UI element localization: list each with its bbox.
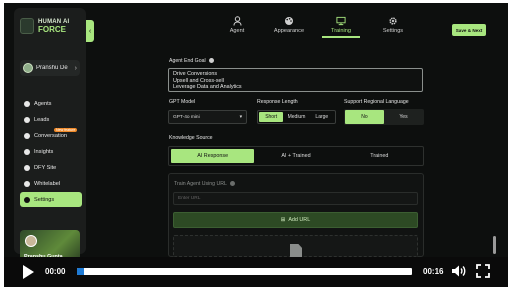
agents-icon [24, 100, 30, 107]
response-length-selector: Short Medium Large [257, 110, 336, 124]
scrollbar-thumb[interactable] [493, 236, 496, 254]
settings-icon [24, 196, 30, 203]
add-url-button[interactable]: ⊞ Add URL [173, 212, 418, 228]
top-tabs: Agent Appearance Training Settings [218, 16, 412, 38]
response-length-label: Response Length [257, 99, 298, 105]
knowledge-trained-option[interactable]: Trained [338, 149, 421, 163]
volume-icon[interactable] [451, 264, 467, 278]
goal-line: Leverage Data and Analytics [173, 84, 242, 90]
tab-settings[interactable]: Settings [374, 16, 412, 38]
save-next-button[interactable]: Save & Next [452, 24, 486, 36]
progress-track[interactable] [77, 268, 412, 275]
tab-appearance[interactable]: Appearance [270, 16, 308, 38]
sidebar-item-label: DFY Site [34, 164, 57, 171]
gpt-label: GPT Model [169, 99, 196, 105]
tab-label: Appearance [273, 28, 305, 34]
sidebar-item-conversation[interactable]: Conversation New feature [20, 128, 82, 143]
duration-time: 00:16 [423, 267, 444, 276]
goal-textarea[interactable]: Drive Conversions Upsell and Cross-sell … [168, 68, 423, 92]
training-icon [336, 16, 346, 26]
brand-line2: FORCE [38, 25, 66, 34]
user-name: Pranshu De [36, 65, 68, 71]
gear-icon [388, 16, 398, 26]
response-large-option[interactable]: Large [310, 112, 334, 122]
knowledge-ai-response-option[interactable]: AI Response [171, 149, 255, 163]
whitelabel-icon [24, 180, 30, 187]
sidebar: HUMAN AI FORCE Pranshu De › Agents Leads… [14, 8, 86, 262]
sidebar-item-label: Insights [34, 148, 54, 155]
regional-language-label: Support Regional Language [344, 99, 409, 105]
progress-fill [77, 268, 84, 275]
chevron-left-icon: ‹ [88, 27, 92, 35]
info-icon[interactable] [229, 181, 235, 187]
brand-logo[interactable]: HUMAN AI FORCE [20, 15, 80, 37]
logo-icon [20, 18, 34, 34]
agent-icon [232, 16, 242, 26]
gpt-model-value: GPT-4o mini [173, 114, 200, 120]
goal-label: Agent End Goal [169, 58, 214, 64]
regional-no-option[interactable]: No [345, 110, 384, 124]
avatar [23, 63, 33, 73]
sidebar-item-settings[interactable]: Settings [20, 192, 82, 207]
sidebar-item-label: Leads [34, 116, 50, 123]
palette-icon [284, 16, 294, 26]
info-icon[interactable] [208, 58, 214, 64]
new-feature-badge: New feature [54, 128, 78, 132]
url-input[interactable]: Enter URL [173, 192, 418, 205]
regional-yes-option[interactable]: Yes [384, 110, 423, 124]
chevron-right-icon: › [74, 64, 77, 72]
conversation-icon [24, 132, 30, 139]
tab-training[interactable]: Training [322, 16, 360, 38]
response-short-option[interactable]: Short [259, 112, 284, 122]
sidebar-nav: Agents Leads Conversation New feature In… [20, 96, 82, 208]
sidebar-item-label: Settings [34, 196, 55, 203]
site-icon [24, 164, 30, 171]
add-url-label: Add URL [288, 217, 311, 223]
sidebar-item-label: Agents [34, 100, 52, 107]
train-url-label: Train Agent Using URL [174, 181, 235, 187]
response-medium-option[interactable]: Medium [284, 112, 308, 122]
sidebar-item-label: Whitelabel [34, 180, 61, 187]
user-card[interactable]: Pranshu De › [20, 60, 80, 76]
tab-label: Settings [382, 28, 404, 34]
sidebar-item-whitelabel[interactable]: Whitelabel [20, 176, 82, 191]
tab-agent[interactable]: Agent [218, 16, 256, 38]
sidebar-item-dfy-site[interactable]: DFY Site [20, 160, 82, 175]
fullscreen-icon[interactable] [476, 264, 490, 278]
knowledge-source-selector: AI Response AI + Trained Trained [168, 146, 424, 166]
sidebar-collapse-button[interactable]: ‹ [86, 20, 94, 42]
sidebar-item-leads[interactable]: Leads [20, 112, 82, 127]
sidebar-item-agents[interactable]: Agents [20, 96, 82, 111]
gpt-model-select[interactable]: GPT-4o mini ▾ [168, 110, 247, 124]
add-icon: ⊞ [280, 217, 286, 223]
tab-label: Training [330, 28, 351, 34]
knowledge-source-label: Knowledge Source [169, 135, 213, 141]
leads-icon [24, 116, 30, 123]
current-time: 00:00 [45, 267, 66, 276]
regional-language-toggle: No Yes [344, 109, 424, 125]
chevron-down-icon: ▾ [239, 114, 242, 120]
active-tab-indicator [322, 36, 360, 38]
insights-icon [24, 148, 30, 155]
knowledge-ai-trained-option[interactable]: AI + Trained [254, 149, 337, 163]
sidebar-item-insights[interactable]: Insights [20, 144, 82, 159]
promo-avatar [25, 235, 37, 247]
play-icon[interactable] [23, 265, 34, 279]
tab-label: Agent [229, 28, 245, 34]
sidebar-item-label: Conversation [34, 132, 67, 139]
